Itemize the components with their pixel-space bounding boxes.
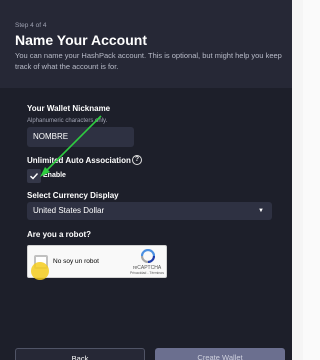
currency-selected-value: United States Dollar bbox=[33, 206, 105, 215]
nickname-input[interactable]: NOMBRE bbox=[27, 127, 134, 147]
checkmark-icon bbox=[30, 173, 39, 180]
header: Step 4 of 4 Name Your Account You can na… bbox=[0, 0, 292, 88]
recaptcha-logo-icon bbox=[141, 249, 155, 263]
back-button[interactable]: Back bbox=[15, 348, 145, 360]
enable-checkbox[interactable] bbox=[27, 169, 41, 183]
nickname-label: Your Wallet Nickname bbox=[27, 104, 111, 113]
cursor-highlight bbox=[31, 262, 49, 280]
enable-label: Enable bbox=[43, 172, 66, 179]
page-title: Name Your Account bbox=[15, 32, 147, 48]
currency-label: Select Currency Display bbox=[27, 191, 119, 200]
nickname-hint: Alphanumeric characters only. bbox=[27, 118, 108, 124]
currency-select[interactable]: United States Dollar ▼ bbox=[27, 202, 272, 220]
step-indicator: Step 4 of 4 bbox=[15, 22, 47, 29]
recaptcha-text: No soy un robot bbox=[53, 258, 99, 265]
create-wallet-panel: Step 4 of 4 Name Your Account You can na… bbox=[0, 0, 292, 360]
info-icon[interactable]: ? bbox=[132, 155, 142, 165]
page-description: You can name your HashPack account. This… bbox=[15, 51, 282, 71]
background-strip bbox=[292, 0, 303, 360]
chevron-down-icon: ▼ bbox=[258, 208, 264, 214]
robot-label: Are you a robot? bbox=[27, 230, 92, 239]
auto-association-label: Unlimited Auto Association bbox=[27, 156, 131, 165]
create-wallet-button[interactable]: Create Wallet bbox=[155, 348, 285, 360]
recaptcha-terms[interactable]: Privacidad - Términos bbox=[127, 271, 167, 275]
